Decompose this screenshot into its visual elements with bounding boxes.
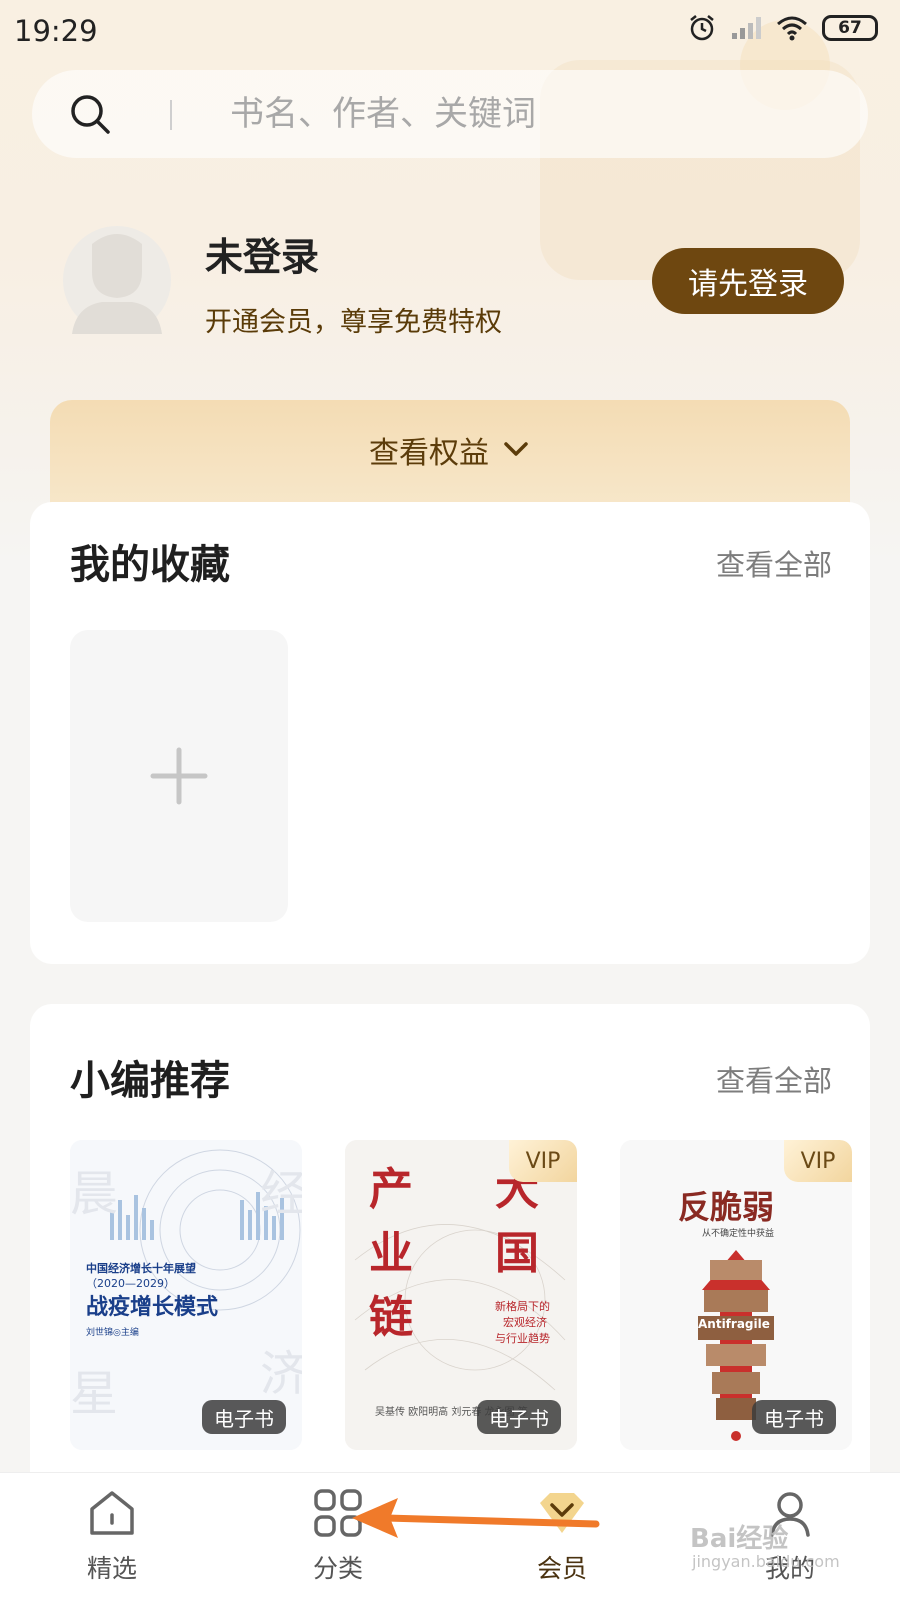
svg-text:国: 国 xyxy=(495,1228,539,1279)
search-icon[interactable] xyxy=(68,92,112,136)
book-editor: 刘世锦◎主编 xyxy=(86,1326,139,1338)
watermark-url: jingyan.baidu.com xyxy=(692,1552,840,1571)
svg-text:链: 链 xyxy=(369,1292,413,1343)
signal-icon xyxy=(732,17,761,39)
svg-text:宏观经济: 宏观经济 xyxy=(503,1315,547,1329)
status-bar: 19:29 67 xyxy=(0,0,900,60)
status-time: 19:29 xyxy=(14,14,98,48)
vip-badge: VIP xyxy=(509,1140,577,1182)
svg-text:产: 产 xyxy=(369,1164,413,1215)
vip-badge: VIP xyxy=(784,1140,852,1182)
svg-text:济: 济 xyxy=(260,1346,302,1402)
book-list: 晨 经 星 济 中国经济增长十年展望 （2020—2029） 战疫增长模式 刘世… xyxy=(70,1140,852,1450)
recommend-title: 小编推荐 xyxy=(70,1058,230,1104)
book-en-title: Antifragile xyxy=(698,1317,770,1331)
book-title: 反脆弱 xyxy=(678,1188,774,1226)
membership-promo-text: 开通会员，尊享免费特权 xyxy=(205,307,502,338)
ebook-badge: 电子书 xyxy=(477,1400,561,1434)
chevron-down-icon xyxy=(504,442,528,456)
view-benefits-label: 查看权益 xyxy=(369,436,489,471)
search-divider xyxy=(170,100,172,130)
tab-featured[interactable]: 精选 xyxy=(52,1487,172,1585)
login-button[interactable]: 请先登录 xyxy=(652,248,844,314)
book-years: （2020—2029） xyxy=(86,1277,175,1290)
favorites-title: 我的收藏 xyxy=(70,542,230,588)
favorites-section: 我的收藏 查看全部 xyxy=(30,502,870,964)
battery-indicator: 67 xyxy=(822,15,878,41)
book-card[interactable]: 晨 经 星 济 中国经济增长十年展望 （2020—2029） 战疫增长模式 刘世… xyxy=(70,1140,302,1450)
svg-text:经: 经 xyxy=(260,1166,302,1222)
tab-label: 精选 xyxy=(86,1554,137,1583)
ebook-badge: 电子书 xyxy=(752,1400,836,1434)
ebook-badge: 电子书 xyxy=(202,1400,286,1434)
favorites-view-all-link[interactable]: 查看全部 xyxy=(716,542,832,584)
svg-text:星: 星 xyxy=(70,1366,118,1422)
book-card[interactable]: 反脆弱 从不确定性中获益 Antifragile VIP 电子书 xyxy=(620,1140,852,1450)
search-bar[interactable] xyxy=(32,70,868,158)
alarm-icon xyxy=(690,15,714,41)
search-input[interactable] xyxy=(230,88,830,140)
watermark-logo: Bai经验 xyxy=(690,1524,789,1554)
svg-text:晨: 晨 xyxy=(70,1166,118,1222)
status-icons: 67 xyxy=(688,14,878,42)
svg-text:与行业趋势: 与行业趋势 xyxy=(495,1332,550,1345)
recommend-view-all-link[interactable]: 查看全部 xyxy=(716,1058,832,1100)
avatar[interactable] xyxy=(62,214,172,336)
book-series: 中国经济增长十年展望 xyxy=(86,1261,196,1275)
svg-text:业: 业 xyxy=(369,1228,413,1279)
book-card[interactable]: 产 业 链 大 国 新格局下的 宏观经济 与行业趋势 吴基传 欧阳明高 刘元春 … xyxy=(345,1140,577,1450)
login-status-title: 未登录 xyxy=(205,235,320,279)
annotation-arrow-icon xyxy=(352,1498,600,1538)
book-title: 战疫增长模式 xyxy=(86,1294,218,1320)
view-benefits-button[interactable]: 查看权益 xyxy=(50,400,850,510)
plus-icon xyxy=(150,747,208,805)
add-favorite-button[interactable] xyxy=(70,630,288,922)
book-subtitle: 从不确定性中获益 xyxy=(702,1227,774,1239)
wifi-icon xyxy=(777,16,807,41)
home-icon xyxy=(90,1491,134,1535)
editor-recommend-section: 小编推荐 查看全部 晨 经 星 济 中国经济增长十年展望 （2020—2029）… xyxy=(30,1004,870,1484)
svg-text:新格局下的: 新格局下的 xyxy=(495,1299,550,1313)
